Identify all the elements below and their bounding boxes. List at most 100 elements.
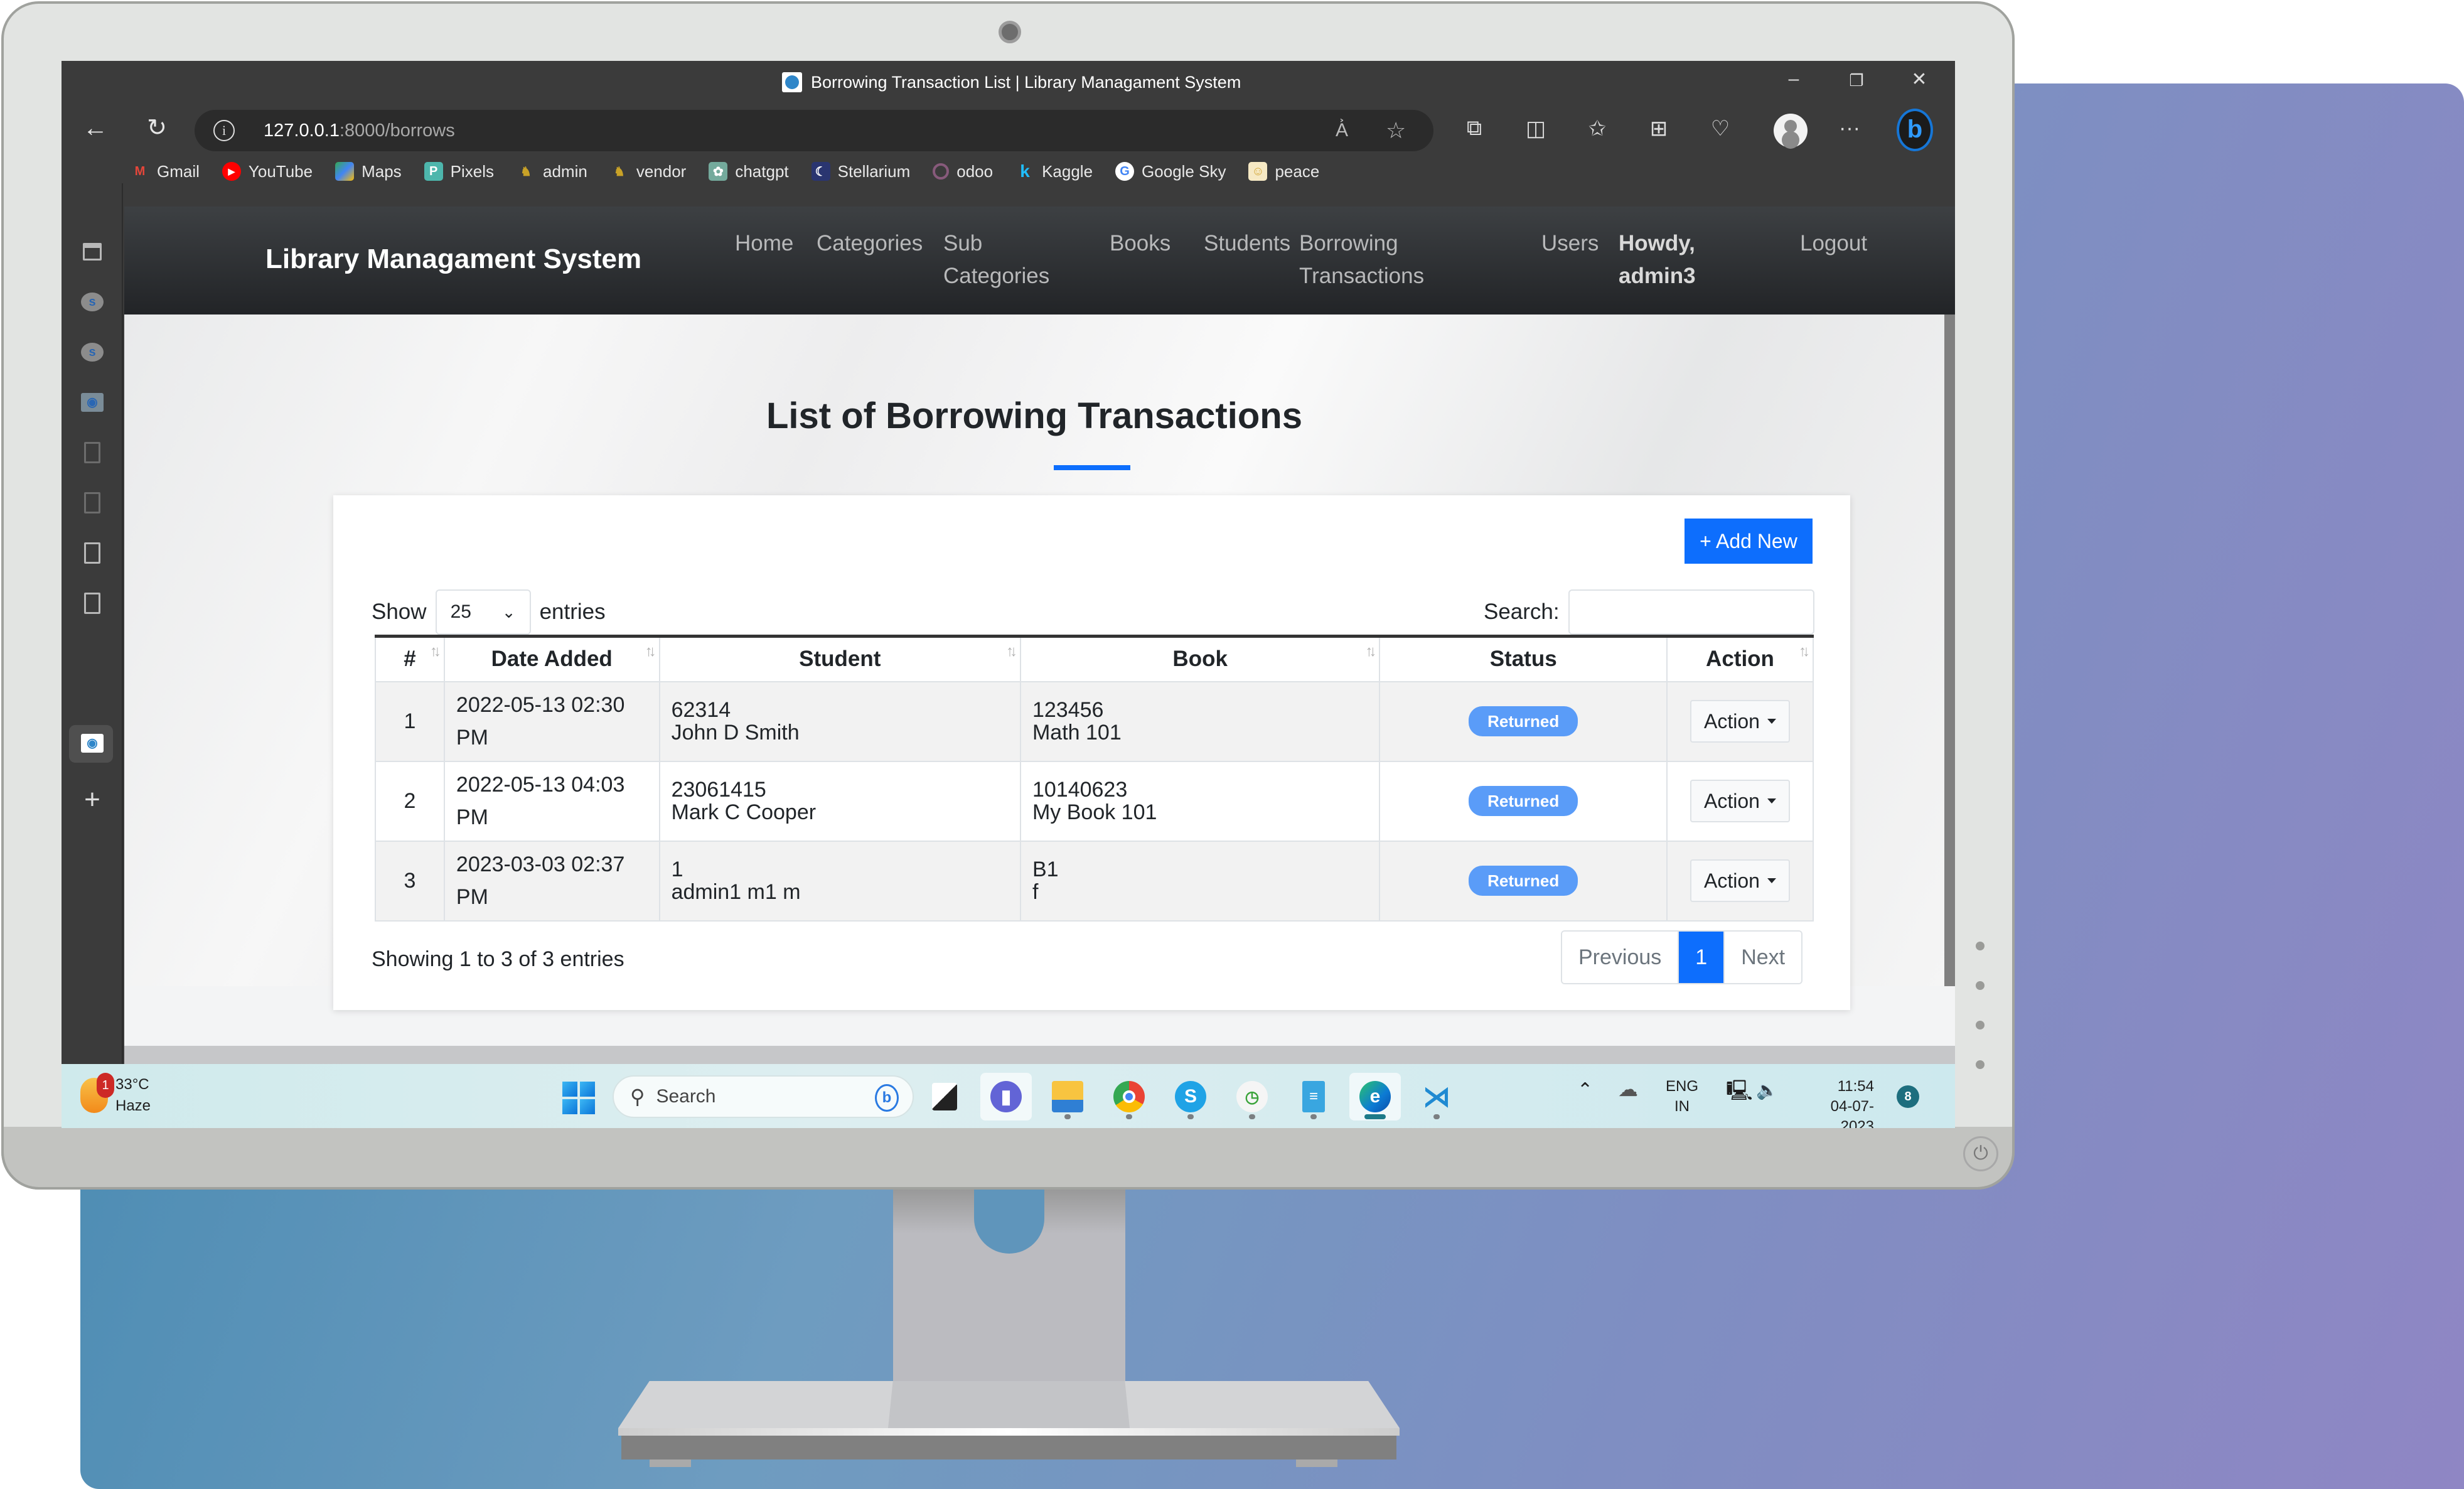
new-tab-plus-icon[interactable]: +	[80, 784, 104, 815]
date-added-cell: 2022-05-13 04:03 PM	[443, 760, 660, 842]
tab-page-icon[interactable]	[80, 541, 104, 565]
nav-home[interactable]: Home	[735, 227, 793, 260]
google-icon: G	[1115, 162, 1135, 181]
action-dropdown-button[interactable]: Action	[1690, 700, 1790, 743]
volume-icon[interactable]: 🔈	[1756, 1080, 1778, 1100]
url-text[interactable]: 127.0.0.1:8000/borrows	[264, 121, 455, 141]
file-explorer-icon[interactable]	[1042, 1073, 1093, 1121]
status-badge: Returned	[1469, 786, 1578, 816]
network-icon[interactable]: 🖳	[1726, 1080, 1753, 1100]
bing-copilot-icon[interactable]: b	[1897, 109, 1933, 151]
nav-categories[interactable]: Categories	[817, 227, 923, 260]
bookmark-vendor[interactable]: ♞ vendor	[610, 162, 686, 181]
show-hidden-icons-chevron[interactable]: ⌃	[1577, 1080, 1593, 1100]
date-added-cell: 2022-05-13 02:30 PM	[443, 680, 660, 762]
caret-down-icon	[1767, 878, 1776, 883]
book-cell: B1 f	[1019, 840, 1381, 922]
bookmark-odoo[interactable]: odoo	[933, 162, 993, 181]
bookmark-youtube[interactable]: ▶ YouTube	[222, 162, 313, 181]
browser-essentials-icon[interactable]: ♡	[1706, 116, 1735, 141]
minimize-button[interactable]: –	[1775, 68, 1813, 90]
column-header-student[interactable]: Student ↑↓	[658, 635, 1021, 682]
column-header-book[interactable]: Book ↑↓	[1019, 635, 1381, 682]
tab-page-icon[interactable]	[80, 491, 104, 515]
clock-app-icon[interactable]: ◷	[1226, 1073, 1278, 1121]
restore-button[interactable]: ❐	[1838, 71, 1875, 90]
favorite-star-icon[interactable]: ☆	[1386, 117, 1406, 144]
language-indicator[interactable]: ENG IN	[1666, 1077, 1698, 1117]
nav-borrowing-transactions[interactable]: Borrowing Transactions	[1299, 227, 1424, 293]
tab-s-icon[interactable]: s	[80, 290, 104, 314]
entries-length-select[interactable]: 25 ⌄	[435, 589, 531, 635]
vscode-icon[interactable]: ⋊	[1411, 1073, 1462, 1121]
tab-library-icon[interactable]: ◉	[80, 731, 104, 755]
skype-icon[interactable]: S	[1165, 1073, 1216, 1121]
brand-logo[interactable]: Library Managament System	[265, 244, 641, 275]
bookmark-google-sky[interactable]: G Google Sky	[1115, 162, 1226, 181]
nav-logout[interactable]: Logout	[1800, 227, 1867, 260]
student-cell: 1 admin1 m1 m	[658, 840, 1021, 922]
edge-browser-icon[interactable]: e	[1349, 1073, 1401, 1121]
bookmark-stellarium[interactable]: ☾ Stellarium	[811, 162, 910, 181]
bookmark-gmail[interactable]: M Gmail	[131, 162, 200, 181]
column-header-number[interactable]: # ↑↓	[375, 635, 445, 682]
transactions-table: # ↑↓ Date Added ↑↓ Student ↑↓ Book ↑↓ Status…	[375, 635, 1814, 922]
back-arrow-icon[interactable]: ←	[80, 114, 110, 144]
bookmark-admin[interactable]: ♞ admin	[517, 162, 587, 181]
notepad-icon[interactable]: ≡	[1288, 1073, 1339, 1121]
tab-library-icon[interactable]: ◉	[80, 390, 104, 414]
column-header-action[interactable]: Action ↑↓	[1666, 635, 1814, 682]
active-tab[interactable]: Borrowing Transaction List | Library Man…	[782, 72, 1241, 92]
site-info-icon[interactable]: i	[213, 120, 235, 141]
monitor-foot	[650, 1459, 691, 1467]
tab-actions-icon[interactable]	[80, 240, 104, 264]
bookmark-maps[interactable]: Maps	[335, 162, 402, 181]
clock[interactable]: 11:54 04-07-2023	[1805, 1077, 1874, 1128]
monitor-base-bottom	[621, 1436, 1396, 1459]
profile-avatar[interactable]	[1774, 114, 1808, 148]
nav-sub-categories[interactable]: Sub Categories	[943, 227, 1049, 293]
extensions-icon[interactable]: ⧉	[1460, 116, 1489, 141]
bookmark-peace[interactable]: ☺ peace	[1248, 162, 1319, 181]
action-cell: Action	[1666, 680, 1814, 762]
read-aloud-icon[interactable]: A͐	[1336, 120, 1348, 141]
weather-notification-badge: 1	[97, 1073, 114, 1098]
close-button[interactable]: ✕	[1900, 68, 1938, 90]
pagination-previous[interactable]: Previous	[1562, 932, 1678, 983]
refresh-icon[interactable]: ↻	[142, 114, 172, 144]
chrome-icon[interactable]	[1103, 1073, 1155, 1121]
more-menu-icon[interactable]: ···	[1835, 116, 1864, 141]
task-view-icon[interactable]	[919, 1073, 970, 1121]
monitor-foot	[1296, 1459, 1337, 1467]
address-bar[interactable]: i 127.0.0.1:8000/borrows A͐ ☆	[195, 110, 1433, 151]
pagination-next[interactable]: Next	[1723, 932, 1802, 983]
add-new-button[interactable]: + Add New	[1685, 519, 1813, 564]
nav-books[interactable]: Books	[1110, 227, 1170, 260]
taskbar-search-box[interactable]: ⚲ Search b	[613, 1075, 914, 1118]
page-viewport: Library Managament System Home Categorie…	[124, 207, 1955, 1128]
split-screen-icon[interactable]: ◫	[1521, 116, 1550, 141]
nav-students[interactable]: Students	[1204, 227, 1290, 260]
page-scrollbar[interactable]	[1944, 314, 1955, 986]
onedrive-sync-icon[interactable]: ☁	[1618, 1079, 1638, 1099]
favorites-icon[interactable]: ✩	[1583, 116, 1612, 141]
tab-title-text: Borrowing Transaction List | Library Man…	[811, 72, 1241, 92]
windows-start-icon[interactable]	[562, 1082, 595, 1114]
nav-users[interactable]: Users	[1541, 227, 1599, 260]
tab-s-icon[interactable]: s	[80, 340, 104, 364]
bookmark-pixels[interactable]: P Pixels	[424, 162, 494, 181]
search-input[interactable]	[1568, 589, 1814, 635]
teams-chat-icon[interactable]: ▮	[980, 1073, 1032, 1121]
tab-page-icon[interactable]	[80, 591, 104, 615]
tab-page-icon[interactable]	[80, 441, 104, 465]
notification-count-badge[interactable]: 8	[1897, 1085, 1919, 1108]
action-dropdown-button[interactable]: Action	[1690, 780, 1790, 822]
column-header-date-added[interactable]: Date Added ↑↓	[443, 635, 660, 682]
bookmark-kaggle[interactable]: k Kaggle	[1015, 161, 1093, 181]
action-dropdown-button[interactable]: Action	[1690, 859, 1790, 902]
bookmark-chatgpt[interactable]: ✿ chatgpt	[709, 162, 789, 181]
weather-widget[interactable]: 1 33°C Haze	[80, 1073, 151, 1117]
collections-icon[interactable]: ⊞	[1644, 116, 1673, 141]
pagination-page-1[interactable]: 1	[1678, 932, 1724, 983]
power-icon[interactable]: ⏻	[1963, 1136, 1998, 1171]
